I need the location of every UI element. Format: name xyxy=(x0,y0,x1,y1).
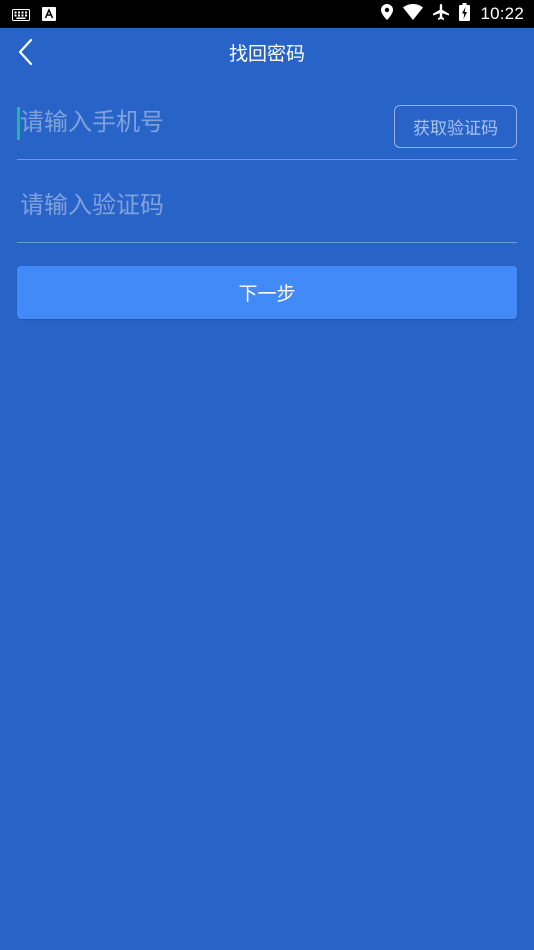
phone-input[interactable] xyxy=(17,84,380,159)
header: 找回密码 xyxy=(0,28,534,80)
next-step-button[interactable]: 下一步 xyxy=(17,266,517,319)
page-title: 找回密码 xyxy=(228,43,305,65)
text-cursor xyxy=(17,107,20,140)
code-row xyxy=(17,168,517,243)
status-right: 10:22 xyxy=(381,0,524,28)
status-bar: 10:22 xyxy=(0,0,534,28)
keyboard-icon xyxy=(12,6,30,25)
verification-code-input[interactable] xyxy=(17,168,510,242)
phone-row: 获取验证码 xyxy=(17,84,517,160)
find-password-screen: 10:22 找回密码 获取验证码 下一步 xyxy=(0,0,534,950)
a-notification-icon xyxy=(42,6,56,25)
battery-charging-icon xyxy=(459,3,471,25)
location-icon xyxy=(381,4,394,24)
status-time: 10:22 xyxy=(480,4,524,23)
status-left xyxy=(12,6,56,25)
airplane-icon xyxy=(433,4,450,24)
wifi-icon xyxy=(403,4,424,24)
get-code-button[interactable]: 获取验证码 xyxy=(394,105,517,148)
